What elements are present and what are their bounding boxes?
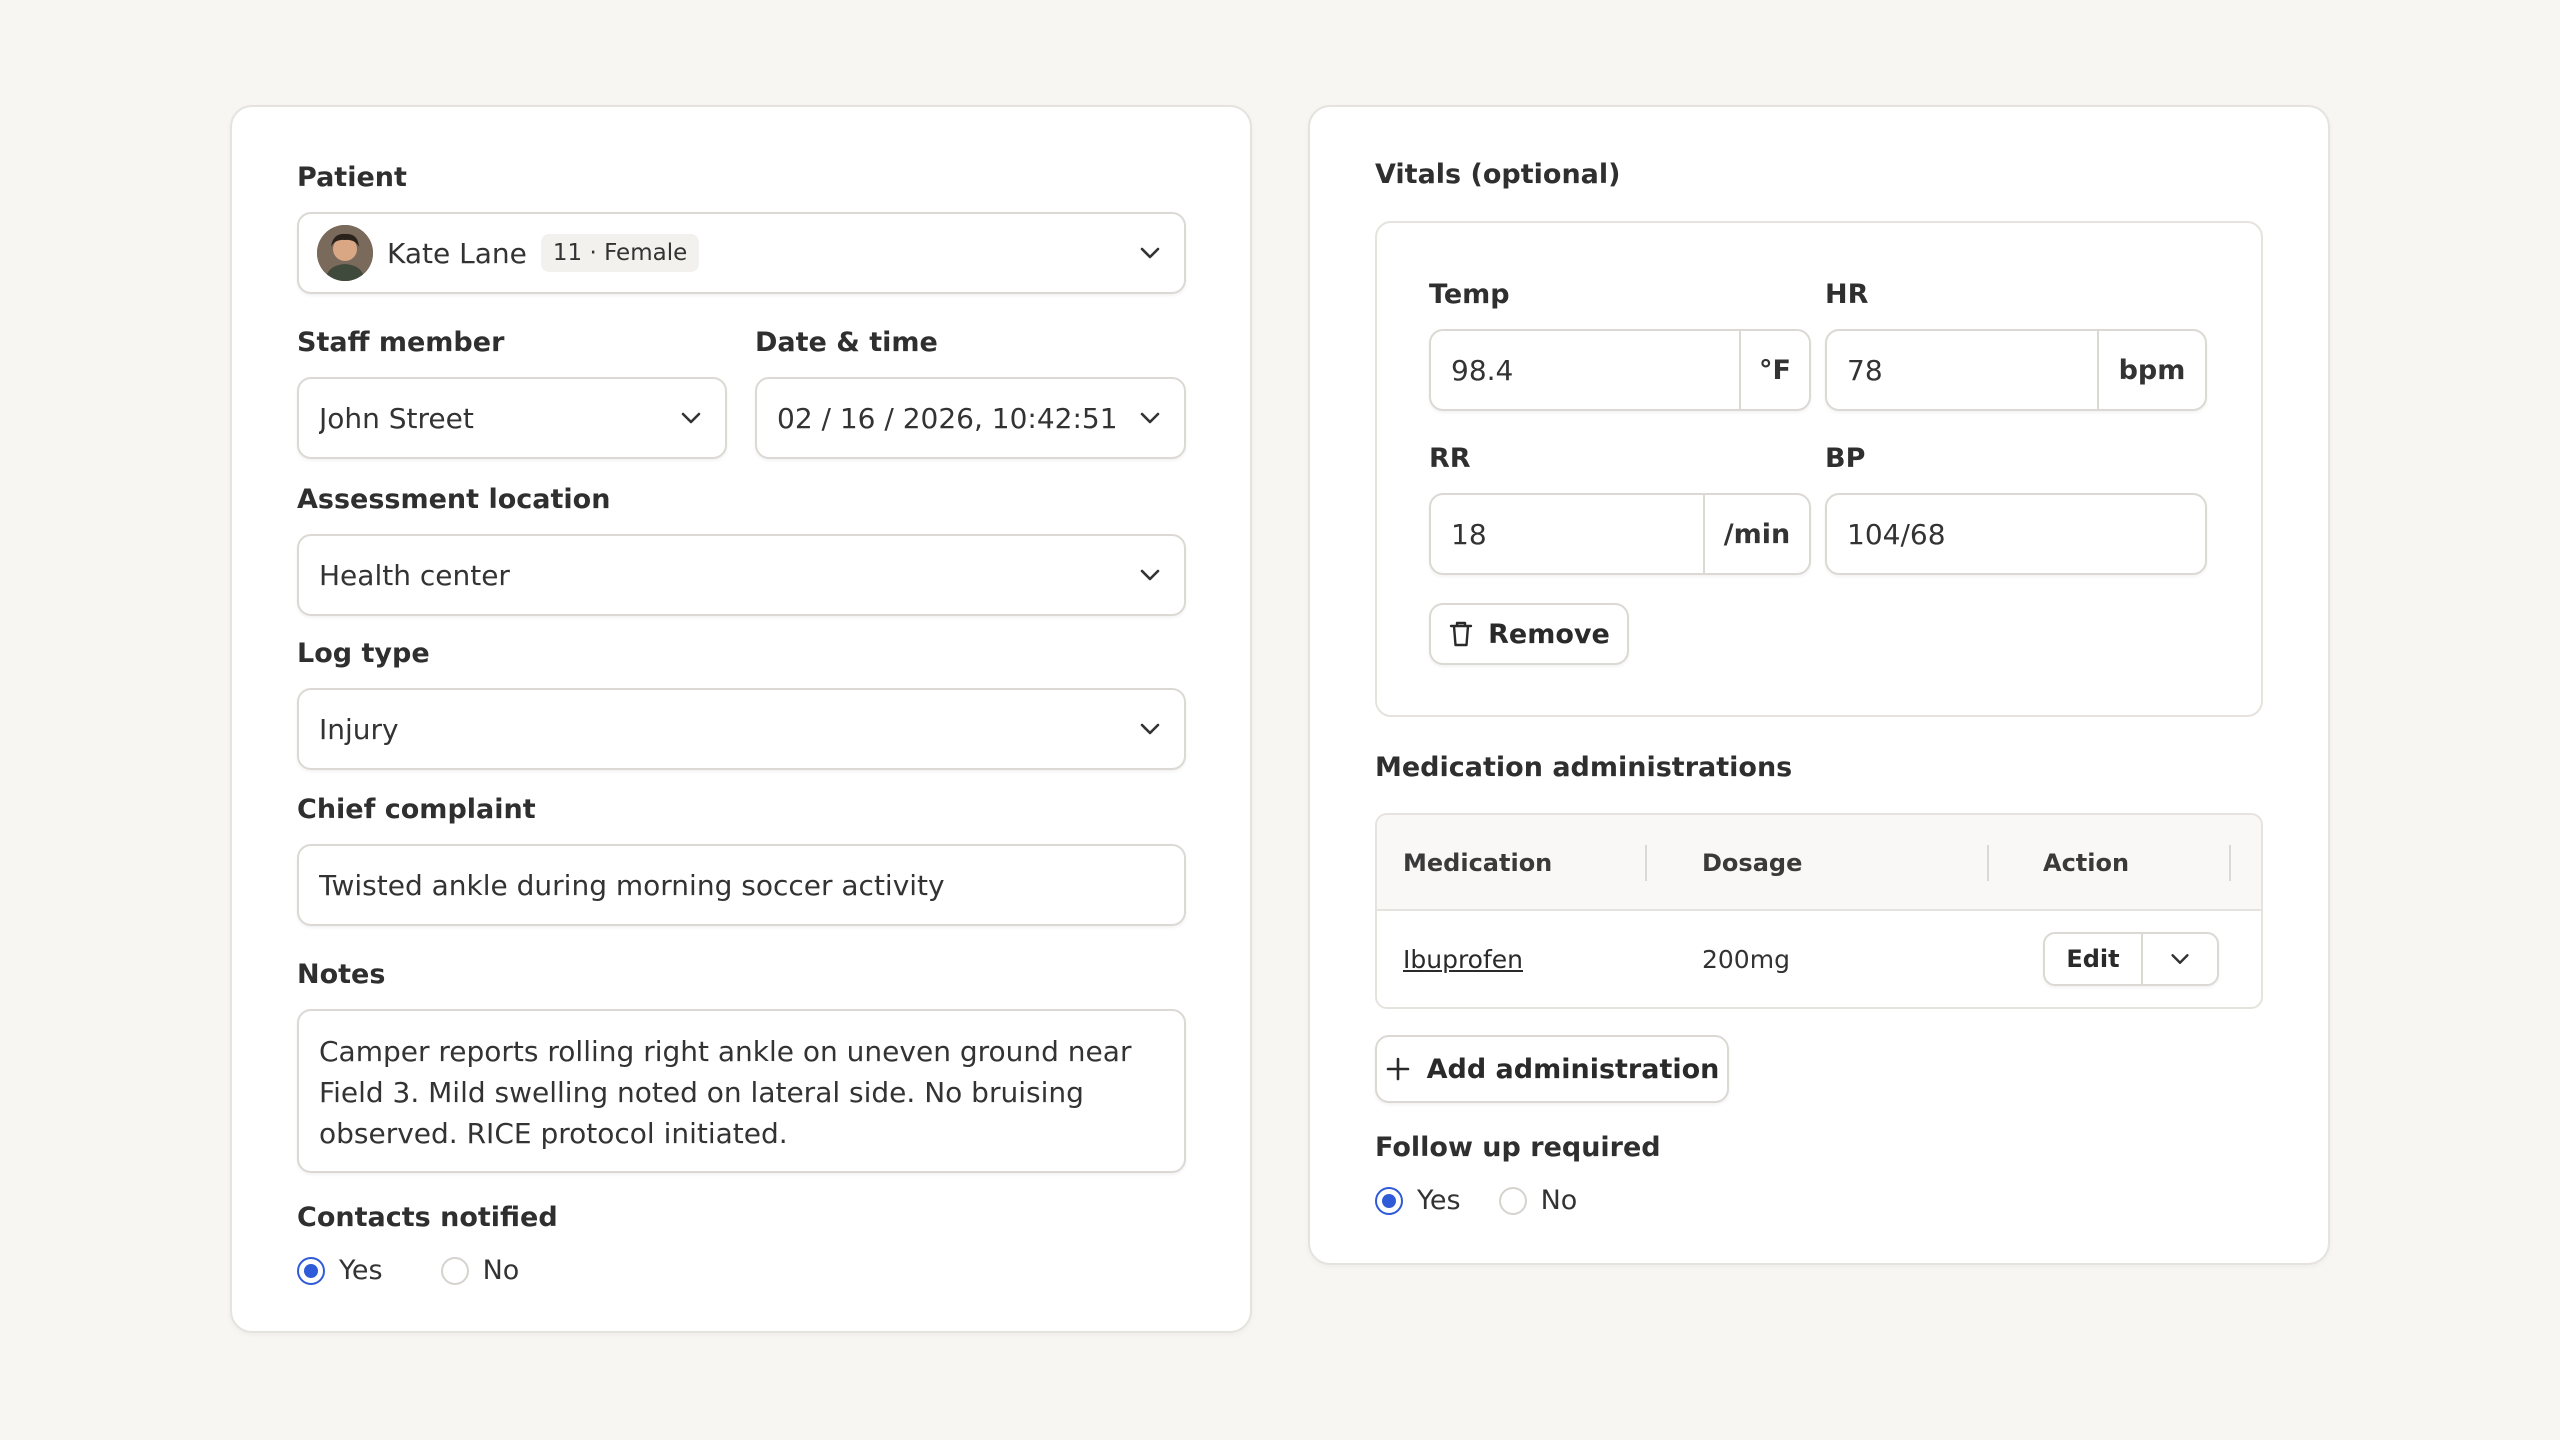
table-header: Medication Dosage Action xyxy=(1377,815,2261,911)
vitals-medication-card: Vitals (optional) Temp 98.4 °F HR 78 bpm… xyxy=(1308,105,2330,1265)
remove-vitals-button[interactable]: Remove xyxy=(1429,603,1629,665)
dosage-cell: 200mg xyxy=(1702,944,1790,974)
bp-label: BP xyxy=(1825,443,1866,474)
chevron-down-icon xyxy=(1136,715,1164,743)
rr-unit: /min xyxy=(1703,495,1809,573)
temp-label: Temp xyxy=(1429,279,1510,310)
contacts-no-option[interactable]: No xyxy=(440,1255,520,1286)
add-administration-label: Add administration xyxy=(1426,1053,1720,1085)
patient-select[interactable]: Kate Lane 11 · Female xyxy=(297,212,1186,294)
follow-up-label: Follow up required xyxy=(1375,1132,1661,1163)
location-label: Assessment location xyxy=(297,484,611,515)
follow-up-yes-option[interactable]: Yes xyxy=(1375,1185,1461,1216)
chevron-down-icon xyxy=(677,404,705,432)
medication-cell: Ibuprofen xyxy=(1403,911,1523,1007)
column-dosage: Dosage xyxy=(1702,849,1803,877)
column-action: Action xyxy=(2043,849,2130,877)
bp-value: 104/68 xyxy=(1847,517,1946,551)
patient-meta-badge: 11 · Female xyxy=(540,234,700,272)
temp-value: 98.4 xyxy=(1451,353,1514,387)
bp-input[interactable]: 104/68 xyxy=(1825,493,2207,575)
staff-value: John Street xyxy=(319,401,474,435)
rr-value: 18 xyxy=(1451,517,1487,551)
medications-table: Medication Dosage Action Ibuprofen 200mg… xyxy=(1375,813,2263,1009)
contacts-no-radio[interactable] xyxy=(440,1256,469,1285)
follow-up-radio-group: Yes No xyxy=(1375,1185,1635,1216)
contacts-yes-option[interactable]: Yes xyxy=(297,1255,383,1286)
follow-up-no-option[interactable]: No xyxy=(1498,1185,1578,1216)
location-select[interactable]: Health center xyxy=(297,534,1186,616)
temp-input[interactable]: 98.4 °F xyxy=(1429,329,1811,411)
follow-up-yes-label: Yes xyxy=(1417,1185,1461,1216)
contacts-label: Contacts notified xyxy=(297,1202,558,1233)
notes-value: Camper reports rolling right ankle on un… xyxy=(319,1035,1132,1150)
patient-name: Kate Lane xyxy=(387,236,527,270)
vitals-panel: Temp 98.4 °F HR 78 bpm RR 18 /min BP 104… xyxy=(1375,221,2263,717)
hr-input[interactable]: 78 bpm xyxy=(1825,329,2207,411)
follow-up-no-label: No xyxy=(1540,1185,1578,1216)
chevron-down-icon xyxy=(1136,561,1164,589)
hr-unit: bpm xyxy=(2097,331,2205,409)
medication-link[interactable]: Ibuprofen xyxy=(1403,945,1523,974)
complaint-value: Twisted ankle during morning soccer acti… xyxy=(319,868,945,902)
plus-icon xyxy=(1385,1056,1411,1082)
edit-menu-toggle[interactable] xyxy=(2143,934,2217,984)
column-divider xyxy=(1987,845,1989,881)
add-administration-button[interactable]: Add administration xyxy=(1375,1035,1729,1103)
hr-value: 78 xyxy=(1847,353,1883,387)
contacts-yes-label: Yes xyxy=(339,1255,383,1286)
complaint-label: Chief complaint xyxy=(297,794,536,825)
vitals-label: Vitals (optional) xyxy=(1375,159,1621,190)
notes-label: Notes xyxy=(297,959,386,990)
temp-unit: °F xyxy=(1739,331,1809,409)
log-type-value: Injury xyxy=(319,712,399,746)
hr-label: HR xyxy=(1825,279,1869,310)
follow-up-yes-radio[interactable] xyxy=(1375,1186,1403,1215)
medications-label: Medication administrations xyxy=(1375,752,1793,783)
trash-icon xyxy=(1448,620,1474,648)
edit-split-button: Edit xyxy=(2043,932,2219,986)
remove-label: Remove xyxy=(1488,618,1610,650)
complaint-input[interactable]: Twisted ankle during morning soccer acti… xyxy=(297,844,1186,926)
staff-select[interactable]: John Street xyxy=(297,377,727,459)
follow-up-no-radio[interactable] xyxy=(1498,1186,1527,1215)
location-value: Health center xyxy=(319,558,510,592)
patient-label: Patient xyxy=(297,162,407,193)
chevron-down-icon xyxy=(1136,404,1164,432)
contacts-radio-group: Yes No xyxy=(297,1255,577,1286)
chevron-down-icon xyxy=(2171,954,2189,964)
log-type-select[interactable]: Injury xyxy=(297,688,1186,770)
notes-textarea[interactable]: Camper reports rolling right ankle on un… xyxy=(297,1009,1186,1173)
column-divider xyxy=(2229,845,2231,881)
rr-label: RR xyxy=(1429,443,1471,474)
datetime-picker[interactable]: 02 / 16 / 2026, 10:42:51 xyxy=(755,377,1186,459)
contacts-no-label: No xyxy=(482,1255,520,1286)
datetime-label: Date & time xyxy=(755,327,938,358)
patient-avatar xyxy=(317,225,373,281)
assessment-card: Patient Kate Lane 11 · Female Staff memb… xyxy=(230,105,1252,1333)
log-type-label: Log type xyxy=(297,638,430,669)
edit-button[interactable]: Edit xyxy=(2045,934,2143,984)
staff-label: Staff member xyxy=(297,327,505,358)
contacts-yes-radio[interactable] xyxy=(297,1256,325,1285)
rr-input[interactable]: 18 /min xyxy=(1429,493,1811,575)
datetime-value: 02 / 16 / 2026, 10:42:51 xyxy=(777,401,1118,435)
chevron-down-icon xyxy=(1136,239,1164,267)
column-medication: Medication xyxy=(1403,849,1553,877)
column-divider xyxy=(1645,845,1647,881)
